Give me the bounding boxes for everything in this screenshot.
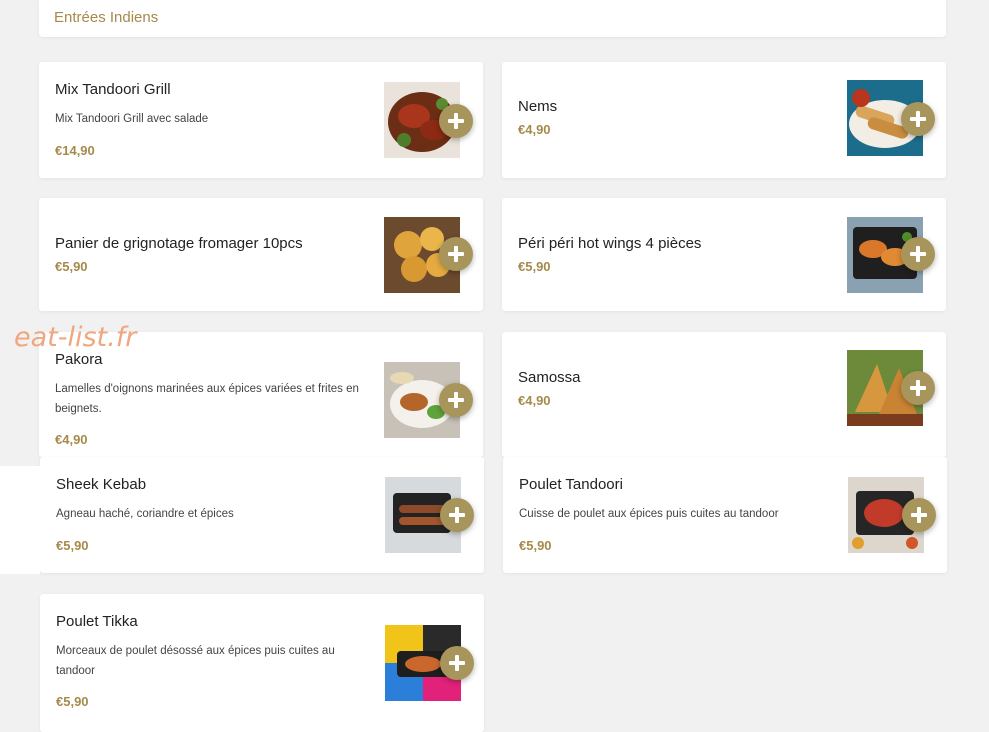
item-price: €5,90 [519,538,552,553]
item-description: Cuisse de poulet aux épices puis cuites … [519,508,779,520]
item-price: €5,90 [518,259,551,274]
item-name: Samossa [518,369,581,386]
item-description: Morceaux de poulet désossé aux épices pu… [56,645,335,677]
menu-item-card[interactable]: Mix Tandoori Grill Mix Tandoori Grill av… [39,62,483,178]
item-price: €14,90 [55,143,95,158]
menu-item-card[interactable]: Péri péri hot wings 4 pièces €5,90 [502,198,946,311]
add-item-button[interactable] [902,498,936,532]
item-name: Mix Tandoori Grill [55,81,171,98]
item-name: Péri péri hot wings 4 pièces [518,235,702,252]
item-price: €4,90 [55,432,88,447]
item-description: Agneau haché, coriandre et épices [56,508,234,520]
page-edge-strip [0,466,40,574]
add-item-button[interactable] [439,383,473,417]
menu-item-card[interactable]: Poulet Tandoori Cuisse de poulet aux épi… [503,457,947,573]
add-item-button[interactable] [439,237,473,271]
watermark: eat-list.fr [14,322,137,353]
item-price: €4,90 [518,122,551,137]
section-title: Entrées Indiens [54,9,159,26]
item-name: Sheek Kebab [56,476,147,493]
menu-item-card[interactable]: Sheek Kebab Agneau haché, coriandre et é… [40,457,484,573]
add-item-button[interactable] [901,102,935,136]
item-price: €5,90 [56,538,89,553]
menu-item-card[interactable]: Poulet Tikka Morceaux de poulet désossé … [40,594,484,732]
item-name: Pakora [55,351,103,368]
add-item-button[interactable] [901,371,935,405]
menu-item-card[interactable]: Nems €4,90 [502,62,946,178]
item-name: Poulet Tikka [56,613,138,630]
menu-item-card[interactable]: Panier de grignotage fromager 10pcs €5,9… [39,198,483,311]
item-name: Nems [518,98,558,115]
add-item-button[interactable] [440,498,474,532]
item-description: Mix Tandoori Grill avec salade [55,113,209,125]
add-item-button[interactable] [440,646,474,680]
item-price: €5,90 [56,694,89,709]
item-name: Poulet Tandoori [519,476,623,493]
section-header: Entrées Indiens [39,0,946,37]
item-description: Lamelles d'oignons marinées aux épices v… [55,383,359,415]
add-item-button[interactable] [439,104,473,138]
menu-item-card[interactable]: Samossa €4,90 [502,332,946,457]
item-price: €4,90 [518,393,551,408]
item-name: Panier de grignotage fromager 10pcs [55,235,303,252]
add-item-button[interactable] [901,237,935,271]
item-price: €5,90 [55,259,88,274]
